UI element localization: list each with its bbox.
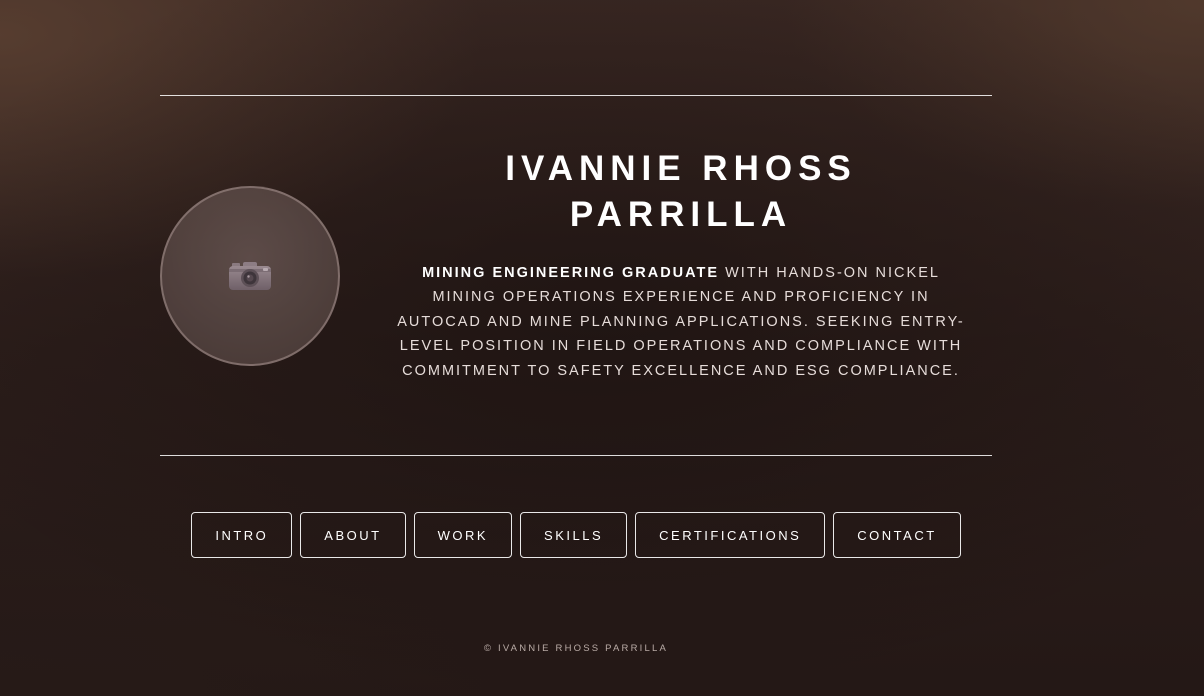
name-line-2: PARRILLA bbox=[569, 195, 793, 234]
page: IVANNIE RHOSS PARRILLA MINING ENGINEERIN… bbox=[0, 0, 1204, 696]
nav-about-button[interactable]: ABOUT bbox=[300, 512, 406, 558]
profile-summary: MINING ENGINEERING GRADUATE WITH HANDS-O… bbox=[390, 261, 972, 383]
bottom-divider bbox=[160, 455, 992, 456]
name-line-1: IVANNIE RHOSS bbox=[505, 149, 857, 188]
summary-text: WITH HANDS-ON NICKEL MINING OPERATIONS E… bbox=[397, 265, 965, 379]
nav-intro-button[interactable]: INTRO bbox=[191, 512, 293, 558]
camera-icon bbox=[229, 262, 271, 290]
page-title: IVANNIE RHOSS PARRILLA bbox=[380, 146, 982, 238]
section-nav: INTRO ABOUT WORK SKILLS CERTIFICATIONS C… bbox=[0, 512, 1152, 558]
avatar bbox=[160, 186, 340, 366]
footer-copyright: © IVANNIE RHOSS PARRILLA bbox=[483, 643, 669, 654]
nav-skills-button[interactable]: SKILLS bbox=[520, 512, 628, 558]
nav-contact-button[interactable]: CONTACT bbox=[833, 512, 961, 558]
nav-work-button[interactable]: WORK bbox=[413, 512, 513, 558]
nav-certifications-button[interactable]: CERTIFICATIONS bbox=[635, 512, 826, 558]
summary-highlight: MINING ENGINEERING GRADUATE bbox=[422, 265, 720, 281]
top-divider bbox=[160, 95, 992, 96]
